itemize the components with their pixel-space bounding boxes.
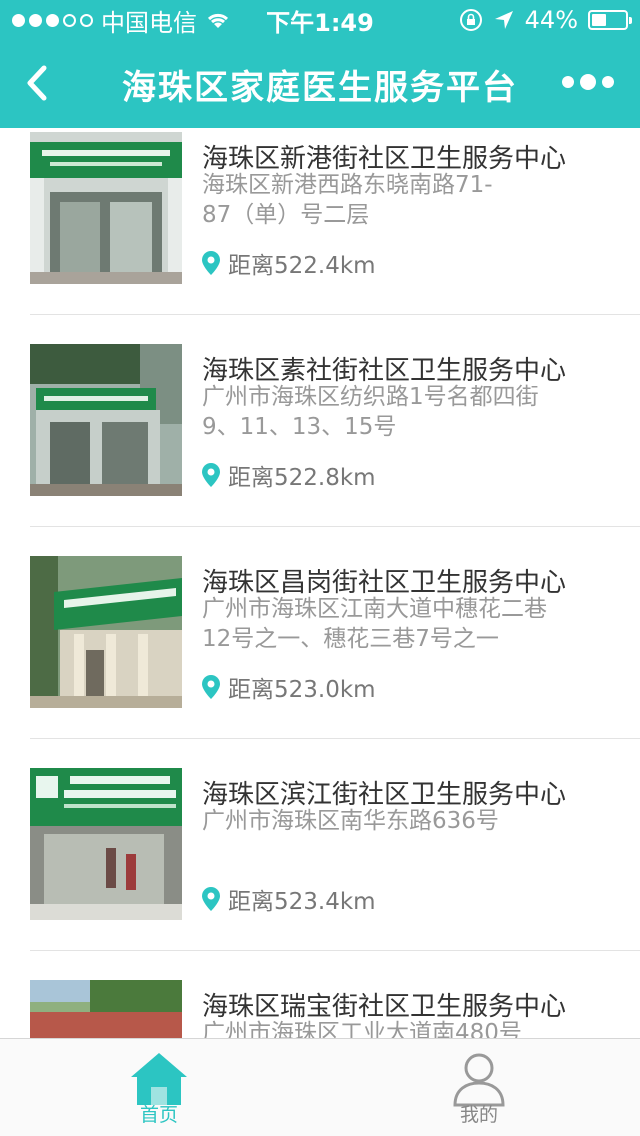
signal-strength-icon [12, 13, 93, 27]
back-chevron-icon[interactable] [16, 58, 66, 108]
center-address: 广州市海珠区南华东路636号 [202, 808, 499, 834]
carrier-label: 中国电信 [101, 8, 197, 37]
list-item[interactable]: 海珠区昌岗街社区卫生服务中心 广州市海珠区江南大道中穗花二巷 12号之一、穗花三… [0, 552, 640, 764]
center-photo [30, 132, 182, 284]
user-icon [453, 1053, 505, 1107]
tab-bar: 首页 我的 [0, 1038, 640, 1136]
more-dots-icon[interactable] [562, 74, 614, 90]
nav-bar: 海珠区家庭医生服务平台 [0, 40, 640, 128]
divider [30, 314, 640, 315]
rotation-lock-icon [459, 9, 482, 31]
location-pin-icon [202, 251, 220, 275]
distance-label: 距离523.4km [228, 889, 376, 915]
center-distance: 距离523.4km [202, 882, 376, 916]
divider [30, 950, 640, 951]
center-distance: 距离522.8km [202, 458, 376, 492]
list-item[interactable]: 海珠区新港街社区卫生服务中心 海珠区新港西路东晓南路71- 87（单）号二层 距… [0, 128, 640, 340]
battery-icon [588, 10, 632, 30]
tab-home-label: 首页 [139, 1104, 178, 1126]
list-item[interactable]: 海珠区素社街社区卫生服务中心 广州市海珠区纺织路1号名都四街 9、11、13、1… [0, 340, 640, 552]
distance-label: 距离522.8km [228, 465, 376, 491]
location-arrow-icon [494, 11, 513, 29]
distance-label: 距离522.4km [228, 253, 376, 279]
battery-percent: 44% [524, 6, 578, 34]
center-distance: 距离522.4km [202, 246, 376, 280]
list-item[interactable]: 海珠区滨江街社区卫生服务中心 广州市海珠区南华东路636号 距离523.4km [0, 764, 640, 976]
center-photo [30, 344, 182, 496]
center-photo [30, 768, 182, 920]
center-address: 海珠区新港西路东晓南路71- 87（单）号二层 [202, 172, 493, 228]
center-photo [30, 556, 182, 708]
center-address: 广州市海珠区纺织路1号名都四街 9、11、13、15号 [202, 384, 539, 440]
tab-home[interactable]: 首页 [109, 1049, 209, 1136]
page-title: 海珠区家庭医生服务平台 [122, 67, 518, 108]
tab-mine[interactable]: 我的 [429, 1049, 529, 1136]
status-bar: 中国电信 下午1:49 44% [0, 0, 640, 40]
wifi-icon [207, 13, 229, 28]
center-distance: 距离523.0km [202, 670, 376, 704]
location-pin-icon [202, 887, 220, 911]
home-icon [131, 1053, 187, 1105]
location-pin-icon [202, 463, 220, 487]
list-item[interactable]: 海珠区瑞宝街社区卫生服务中心 广州市海珠区工业大道南480号 [0, 976, 640, 1038]
location-pin-icon [202, 675, 220, 699]
center-photo [30, 980, 182, 1038]
divider [30, 526, 640, 527]
distance-label: 距离523.0km [228, 677, 376, 703]
center-address: 广州市海珠区工业大道南480号 [202, 1020, 522, 1038]
center-address: 广州市海珠区江南大道中穗花二巷 12号之一、穗花三巷7号之一 [202, 596, 547, 652]
center-list: 海珠区新港街社区卫生服务中心 海珠区新港西路东晓南路71- 87（单）号二层 距… [0, 128, 640, 1038]
divider [30, 738, 640, 739]
tab-mine-label: 我的 [459, 1104, 498, 1126]
